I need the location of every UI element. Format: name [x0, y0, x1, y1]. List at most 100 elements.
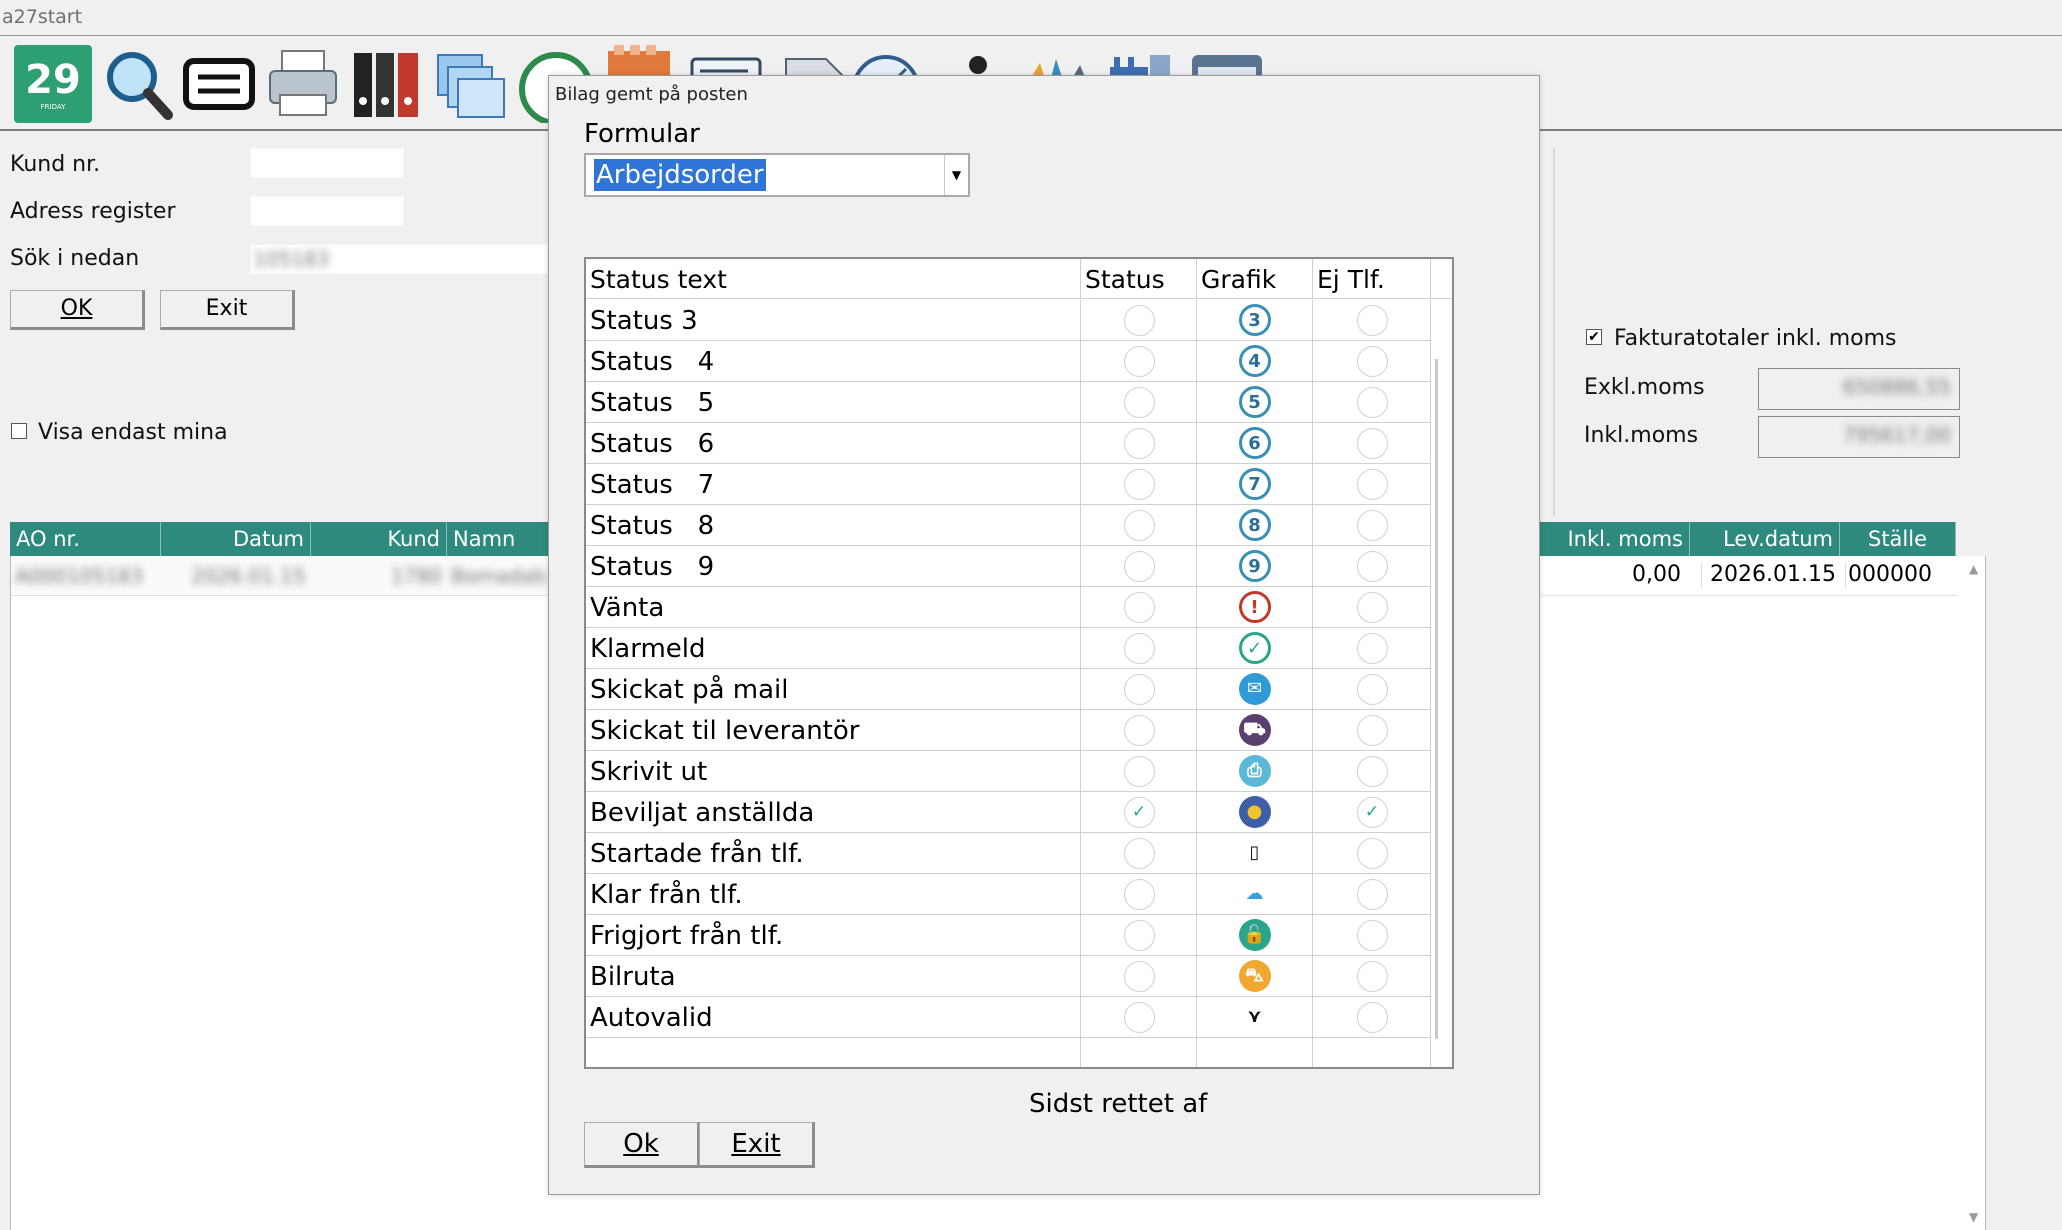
inkl-label: Inkl.moms — [1584, 423, 1699, 448]
col-kund[interactable]: Kund — [311, 522, 447, 556]
ejtlf-cell — [1313, 423, 1431, 463]
printer-receipt-icon[interactable] — [180, 45, 258, 123]
status-radio[interactable] — [1123, 551, 1155, 582]
col-inkl[interactable]: Inkl. moms — [1540, 522, 1690, 556]
ejtlf-radio[interactable] — [1356, 592, 1388, 623]
chevron-down-icon[interactable]: ▼ — [944, 155, 968, 195]
ejtlf-radio[interactable] — [1356, 674, 1388, 705]
ejtlf-radio[interactable] — [1356, 633, 1388, 664]
fakturatotaler-checkbox[interactable]: ✔ — [1586, 329, 1602, 345]
autovalid-icon: ⋎ — [1247, 1006, 1262, 1027]
status-radio[interactable] — [1123, 592, 1155, 623]
ejtlf-radio[interactable] — [1356, 961, 1388, 992]
col-stalle[interactable]: Ställe — [1840, 522, 1956, 556]
table-row[interactable]: A000105183 2026.01.15 1780 Bomadab — [11, 556, 551, 596]
formular-select[interactable]: Arbejdsorder ▼ — [584, 153, 970, 197]
status-radio[interactable] — [1123, 879, 1155, 910]
col-datum[interactable]: Datum — [161, 522, 311, 556]
exkl-value-box: 650886,55 — [1758, 368, 1960, 410]
table-row[interactable]: Status 5 5 — [586, 382, 1431, 423]
kund-input[interactable] — [250, 148, 404, 178]
ejtlf-radio[interactable]: ✓ — [1356, 797, 1388, 828]
binders-icon[interactable] — [348, 45, 426, 123]
table-row[interactable]: Frigjort från tlf. 🔓 — [586, 915, 1431, 956]
cart-icon: ⛟ — [1238, 714, 1271, 746]
col-lev[interactable]: Lev.datum — [1690, 522, 1840, 556]
ejtlf-radio[interactable] — [1356, 1002, 1388, 1033]
scroll-up-arrow[interactable]: ▲ — [1969, 562, 1978, 576]
status-radio[interactable] — [1123, 920, 1155, 951]
calendar-icon[interactable]: 29 FRIDAY — [14, 45, 92, 123]
ejtlf-radio[interactable] — [1356, 387, 1388, 418]
ejtlf-radio[interactable] — [1356, 510, 1388, 541]
status-radio[interactable] — [1123, 469, 1155, 500]
status-radio[interactable]: ✓ — [1123, 797, 1155, 828]
status-radio[interactable] — [1123, 305, 1155, 336]
folders-icon[interactable] — [432, 45, 510, 123]
printer-icon[interactable] — [264, 45, 342, 123]
status-radio[interactable] — [1123, 838, 1155, 869]
table-row[interactable]: Skickat på mail ✉ — [586, 669, 1431, 710]
status-text-cell: Frigjort från tlf. — [586, 915, 1081, 955]
ok-button[interactable]: OK — [10, 290, 145, 330]
status-radio[interactable] — [1123, 633, 1155, 664]
status-radio[interactable] — [1123, 756, 1155, 787]
table-row[interactable]: Status 9 9 — [586, 546, 1431, 587]
status-text-cell: Beviljat anställda — [586, 792, 1081, 832]
scroll-down-arrow[interactable]: ▼ — [1969, 1210, 1978, 1224]
status-text-cell: Status 7 — [586, 464, 1081, 504]
status-radio[interactable] — [1123, 715, 1155, 746]
dialog-exit-button[interactable]: Exit — [699, 1122, 815, 1168]
status-cell — [1081, 669, 1197, 709]
table-row-right[interactable]: 0,00 2026.01.15 000000 — [1541, 556, 1957, 596]
sok-input[interactable]: 105183 — [250, 244, 548, 274]
table-row[interactable]: Status 7 7 — [586, 464, 1431, 505]
status-radio[interactable] — [1123, 387, 1155, 418]
ejtlf-radio[interactable] — [1356, 715, 1388, 746]
visa-checkbox[interactable] — [11, 423, 27, 439]
status-radio[interactable] — [1123, 346, 1155, 377]
ejtlf-radio[interactable] — [1356, 428, 1388, 459]
dialog-ok-button[interactable]: Ok — [584, 1122, 700, 1168]
status-cell — [1081, 710, 1197, 750]
ejtlf-radio[interactable] — [1356, 920, 1388, 951]
status-radio[interactable] — [1123, 510, 1155, 541]
table-row[interactable]: Status 3 3 — [586, 300, 1431, 341]
ejtlf-cell — [1313, 505, 1431, 545]
table-row[interactable]: Beviljat anställda ✓ ● ✓ — [586, 792, 1431, 833]
ejtlf-cell — [1313, 382, 1431, 422]
ejtlf-radio[interactable] — [1356, 756, 1388, 787]
grafik-cell: 7 — [1197, 464, 1313, 504]
ejtlf-radio[interactable] — [1356, 838, 1388, 869]
table-row[interactable]: Klar från tlf. ☁ — [586, 874, 1431, 915]
number-8-icon: 8 — [1238, 509, 1271, 541]
ejtlf-radio[interactable] — [1356, 551, 1388, 582]
ejtlf-radio[interactable] — [1356, 469, 1388, 500]
ejtlf-radio[interactable] — [1356, 879, 1388, 910]
status-radio[interactable] — [1123, 674, 1155, 705]
table-row[interactable]: Status 8 8 — [586, 505, 1431, 546]
table-scrollbar[interactable] — [1435, 359, 1438, 1039]
table-row[interactable]: Skickat til leverantör ⛟ — [586, 710, 1431, 751]
status-radio[interactable] — [1123, 961, 1155, 992]
ejtlf-radio[interactable] — [1356, 305, 1388, 336]
table-row[interactable]: Autovalid ⋎ — [586, 997, 1431, 1038]
col-ao[interactable]: AO nr. — [10, 522, 161, 556]
exit-button[interactable]: Exit — [160, 290, 295, 330]
ejtlf-cell — [1313, 546, 1431, 586]
col-namn[interactable]: Namn — [447, 522, 550, 556]
th-status: Status — [1081, 259, 1197, 299]
table-row[interactable]: Skrivit ut ⎙ — [586, 751, 1431, 792]
status-radio[interactable] — [1123, 1002, 1155, 1033]
adress-input[interactable] — [250, 196, 404, 226]
table-row[interactable]: Status 4 4 — [586, 341, 1431, 382]
table-row[interactable]: Vänta! — [586, 587, 1431, 628]
table-row[interactable]: Klarmeld ✓ — [586, 628, 1431, 669]
search-icon[interactable] — [98, 45, 176, 123]
table-row[interactable]: Startade från tlf. ▯ — [586, 833, 1431, 874]
ejtlf-radio[interactable] — [1356, 346, 1388, 377]
grafik-cell: ☁ — [1197, 874, 1313, 914]
table-row[interactable]: Bilruta ⛍ — [586, 956, 1431, 997]
table-row[interactable]: Status 6 6 — [586, 423, 1431, 464]
status-radio[interactable] — [1123, 428, 1155, 459]
